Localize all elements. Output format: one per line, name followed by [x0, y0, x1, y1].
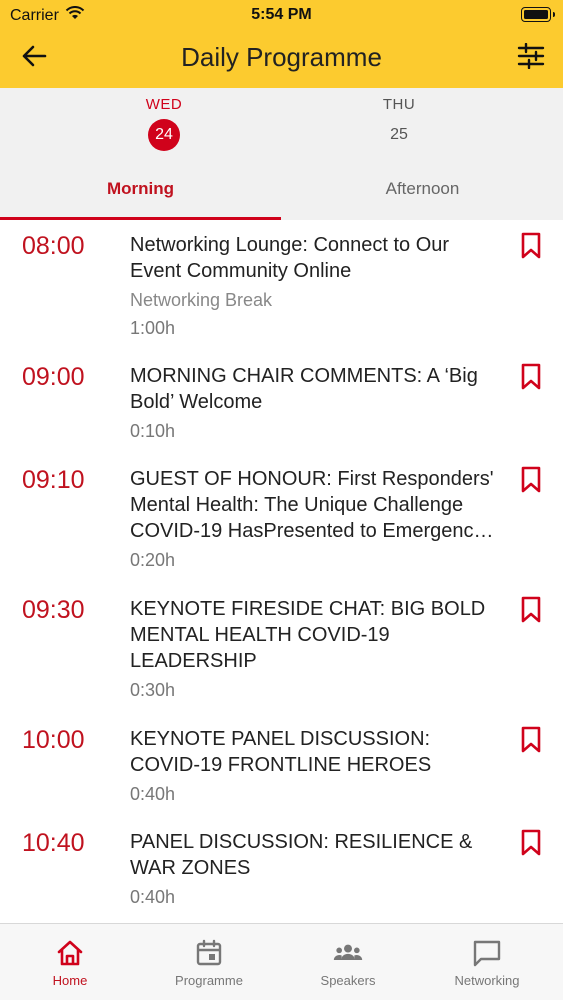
bookmark-button[interactable]	[519, 363, 543, 391]
session-details: GUEST OF HONOUR: First Responders' Menta…	[130, 466, 500, 572]
bookmark-icon	[519, 596, 543, 628]
session-title: Networking Lounge: Connect to Our Event …	[130, 234, 450, 282]
bookmark-button[interactable]	[519, 232, 543, 260]
session-time: 08:00	[22, 232, 85, 260]
tab-label: Programme	[175, 973, 243, 988]
bottom-tab-bar: Home Programme Speakers Networking	[0, 923, 563, 1000]
session-title: GUEST OF HONOUR: First Responders' Menta…	[130, 468, 494, 542]
session-duration: 1:00h	[130, 318, 176, 338]
day-name: THU	[382, 96, 416, 113]
tab-morning[interactable]: Morning	[0, 160, 281, 220]
bookmark-button[interactable]	[519, 596, 543, 624]
bookmark-icon	[519, 232, 543, 264]
day-name: WED	[145, 96, 183, 113]
day-number-selected: 24	[148, 119, 180, 151]
calendar-icon	[194, 938, 224, 968]
tab-home[interactable]: Home	[0, 924, 140, 1000]
session-time: 09:00	[22, 363, 85, 391]
chat-bubble-icon	[472, 938, 502, 968]
session-duration: 0:40h	[130, 784, 176, 804]
session-time: 09:10	[22, 466, 85, 494]
tab-afternoon[interactable]: Afternoon	[282, 160, 563, 220]
battery-icon	[521, 7, 555, 22]
tab-programme[interactable]: Programme	[139, 924, 279, 1000]
home-icon	[55, 938, 85, 968]
page-title: Daily Programme	[181, 42, 382, 72]
session-duration: 0:30h	[130, 680, 176, 700]
day-thu[interactable]: THU 25	[354, 96, 444, 151]
filter-button[interactable]	[513, 40, 549, 76]
session-details: Networking Lounge: Connect to Our Event …	[130, 232, 500, 340]
bookmark-button[interactable]	[519, 726, 543, 754]
session-details: KEYNOTE FIRESIDE CHAT: BIG BOLD MENTAL H…	[130, 596, 500, 702]
session-title: MORNING CHAIR COMMENTS: A ‘Big Bold’ Wel…	[130, 365, 478, 413]
session-time: 10:00	[22, 726, 85, 754]
bookmark-icon	[519, 466, 543, 498]
tab-networking[interactable]: Networking	[417, 924, 557, 1000]
session-time: 10:40	[22, 829, 85, 857]
day-number: 25	[390, 126, 408, 143]
day-wed[interactable]: WED 24	[119, 96, 209, 151]
status-time: 5:54 PM	[251, 6, 312, 23]
session-title: KEYNOTE FIRESIDE CHAT: BIG BOLD MENTAL H…	[130, 598, 486, 672]
session-period-tabs: Morning Afternoon	[0, 160, 563, 220]
session-title: KEYNOTE PANEL DISCUSSION: COVID-19 FRONT…	[130, 728, 432, 776]
bookmark-icon	[519, 726, 543, 758]
day-selector: WED 24 THU 25	[0, 88, 563, 160]
sliders-icon	[517, 42, 545, 74]
session-details: PANEL DISCUSSION: RESILIENCE & WAR ZONES…	[130, 829, 500, 909]
session-details: KEYNOTE PANEL DISCUSSION: COVID-19 FRONT…	[130, 726, 500, 806]
bookmark-button[interactable]	[519, 829, 543, 857]
bookmark-icon	[519, 829, 543, 861]
tab-label: Networking	[454, 973, 520, 988]
session-duration: 0:20h	[130, 550, 176, 570]
bookmark-button[interactable]	[519, 466, 543, 494]
tab-label: Speakers	[320, 973, 376, 988]
session-type: Networking Break	[130, 290, 273, 310]
session-title: PANEL DISCUSSION: RESILIENCE & WAR ZONES	[130, 831, 473, 879]
battery-level	[524, 10, 548, 19]
session-duration: 0:10h	[130, 421, 176, 441]
tab-label: Home	[52, 973, 88, 988]
people-icon	[333, 938, 363, 968]
session-list: 08:00 Networking Lounge: Connect to Our …	[0, 220, 563, 923]
session-time: 09:30	[22, 596, 85, 624]
app-header: Carrier 5:54 PM Daily Programme	[0, 0, 563, 88]
session-details: MORNING CHAIR COMMENTS: A ‘Big Bold’ Wel…	[130, 363, 500, 443]
tab-speakers[interactable]: Speakers	[278, 924, 418, 1000]
status-bar: Carrier 5:54 PM	[0, 0, 563, 30]
session-duration: 0:40h	[130, 887, 176, 907]
navigation-bar: Daily Programme	[0, 36, 563, 80]
bookmark-icon	[519, 363, 543, 395]
